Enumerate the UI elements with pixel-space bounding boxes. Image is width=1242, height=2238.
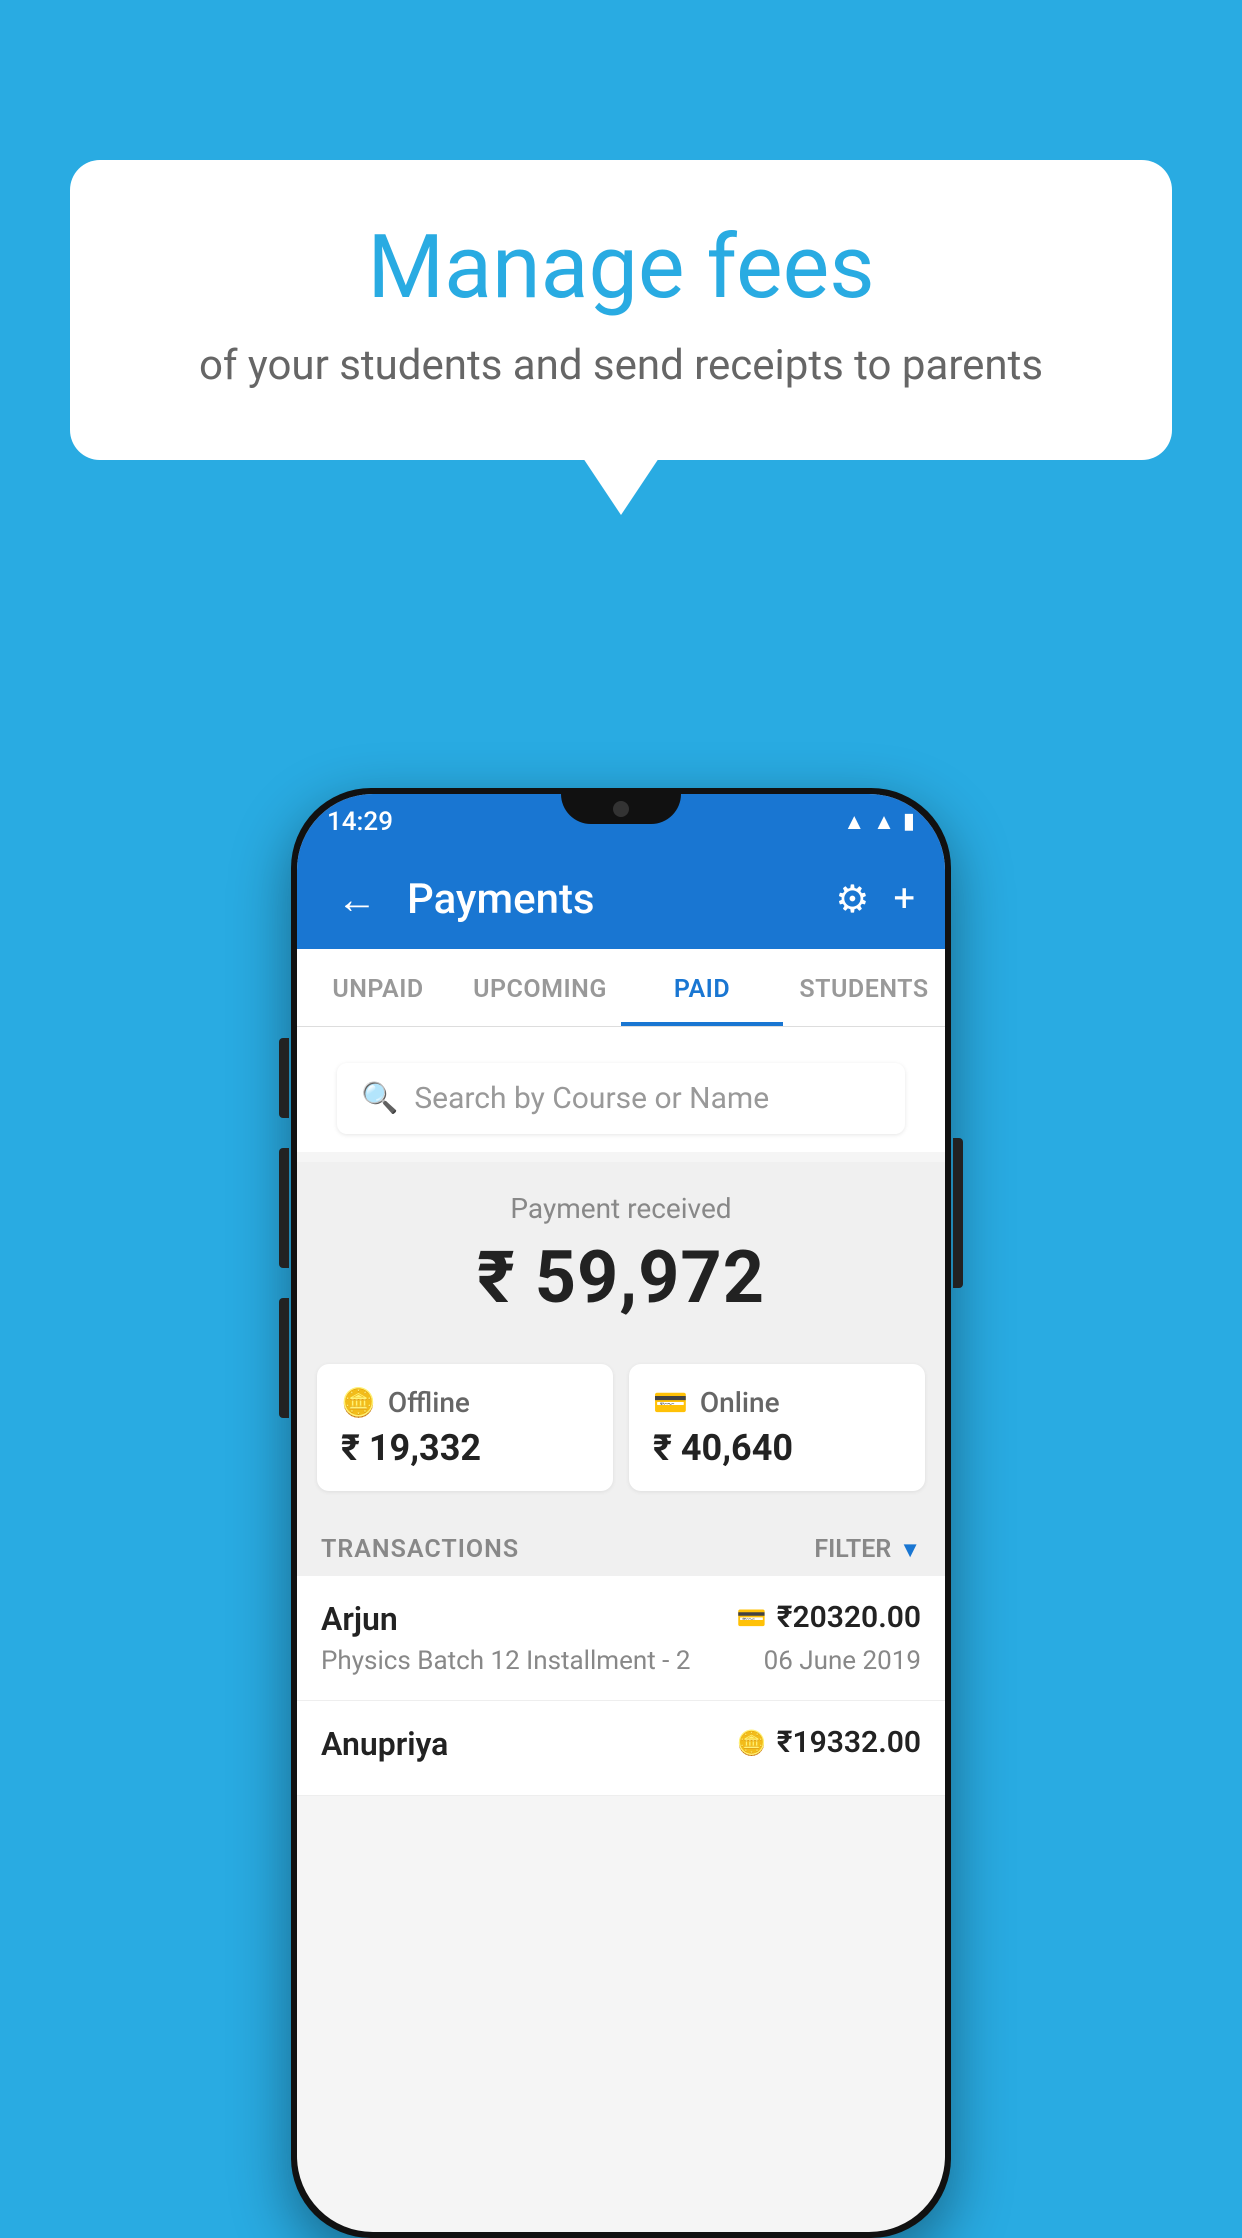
transaction-row[interactable]: Arjun 💳 ₹20320.00 Physics Batch 12 Insta… [297, 1576, 945, 1701]
speech-bubble-container: Manage fees of your students and send re… [70, 160, 1172, 460]
transaction-amount-2: ₹19332.00 [777, 1725, 921, 1760]
side-btn-power [953, 1138, 963, 1288]
bubble-title: Manage fees [150, 220, 1092, 317]
offline-card-header: 🪙 Offline [341, 1386, 589, 1419]
filter-icon: ▼ [899, 1537, 921, 1563]
payment-online-icon: 💳 [737, 1604, 767, 1632]
transaction-row[interactable]: Anupriya 🪙 ₹19332.00 [297, 1701, 945, 1796]
payment-offline-icon: 🪙 [737, 1729, 767, 1757]
tab-paid[interactable]: PAID [621, 949, 783, 1026]
phone-frame: 14:29 ▲ ▲ ▮ ← Payments ⚙ + UNPAID [291, 788, 951, 2238]
course-info: Physics Batch 12 Installment - 2 [321, 1646, 690, 1676]
offline-card: 🪙 Offline ₹ 19,332 [317, 1364, 613, 1491]
transaction-amount-wrap: 💳 ₹20320.00 [737, 1600, 921, 1635]
online-card-header: 💳 Online [653, 1386, 901, 1419]
battery-icon: ▮ [903, 809, 915, 834]
online-card: 💳 Online ₹ 40,640 [629, 1364, 925, 1491]
tab-unpaid[interactable]: UNPAID [297, 949, 459, 1026]
transactions-header: TRANSACTIONS FILTER ▼ [297, 1515, 945, 1576]
phone-notch [561, 794, 681, 824]
side-btn-vol-down [279, 1148, 289, 1268]
search-bar[interactable]: 🔍 Search by Course or Name [337, 1063, 905, 1134]
search-area: 🔍 Search by Course or Name [297, 1027, 945, 1152]
offline-label: Offline [388, 1386, 470, 1419]
payment-cards: 🪙 Offline ₹ 19,332 💳 Online ₹ 40,640 [297, 1344, 945, 1515]
transaction-amount: ₹20320.00 [777, 1600, 921, 1635]
tab-upcoming[interactable]: UPCOMING [459, 949, 621, 1026]
wifi-icon: ▲ [843, 809, 865, 835]
payment-received-amount: ₹ 59,972 [327, 1235, 915, 1320]
status-time: 14:29 [327, 807, 393, 837]
offline-icon: 🪙 [341, 1386, 376, 1419]
online-amount: ₹ 40,640 [653, 1427, 901, 1469]
online-label: Online [700, 1386, 780, 1419]
status-icons: ▲ ▲ ▮ [843, 809, 915, 835]
camera-dot [613, 801, 629, 817]
student-name-2: Anupriya [321, 1725, 448, 1763]
transaction-date: 06 June 2019 [764, 1646, 921, 1676]
search-input[interactable]: Search by Course or Name [414, 1081, 769, 1116]
side-btn-mute [279, 1298, 289, 1418]
bubble-subtitle: of your students and send receipts to pa… [150, 341, 1092, 390]
offline-amount: ₹ 19,332 [341, 1427, 589, 1469]
search-icon: 🔍 [361, 1081, 398, 1116]
transaction-amount-wrap-2: 🪙 ₹19332.00 [737, 1725, 921, 1760]
app-bar-title: Payments [407, 875, 815, 924]
transactions-label: TRANSACTIONS [321, 1535, 519, 1564]
transaction-row-bottom: Physics Batch 12 Installment - 2 06 June… [321, 1646, 921, 1676]
online-icon: 💳 [653, 1386, 688, 1419]
app-bar: ← Payments ⚙ + [297, 849, 945, 949]
back-button[interactable]: ← [327, 866, 387, 933]
filter-button[interactable]: FILTER ▼ [814, 1535, 921, 1564]
transaction-row-top: Arjun 💳 ₹20320.00 [321, 1600, 921, 1638]
signal-icon: ▲ [873, 809, 895, 835]
payment-received-section: Payment received ₹ 59,972 [297, 1162, 945, 1344]
tab-students[interactable]: STUDENTS [783, 949, 945, 1026]
payment-received-label: Payment received [327, 1192, 915, 1225]
transaction-row-top-2: Anupriya 🪙 ₹19332.00 [321, 1725, 921, 1763]
tab-bar: UNPAID UPCOMING PAID STUDENTS [297, 949, 945, 1027]
settings-button[interactable]: ⚙ [835, 877, 869, 922]
side-btn-vol-up [279, 1038, 289, 1118]
speech-bubble: Manage fees of your students and send re… [70, 160, 1172, 460]
add-button[interactable]: + [893, 877, 915, 921]
filter-label: FILTER [814, 1535, 891, 1564]
content-area: UNPAID UPCOMING PAID STUDENTS 🔍 Search b… [297, 949, 945, 2232]
phone-inner: 14:29 ▲ ▲ ▮ ← Payments ⚙ + UNPAID [297, 794, 945, 2232]
app-bar-actions: ⚙ + [835, 877, 915, 922]
student-name: Arjun [321, 1600, 398, 1638]
